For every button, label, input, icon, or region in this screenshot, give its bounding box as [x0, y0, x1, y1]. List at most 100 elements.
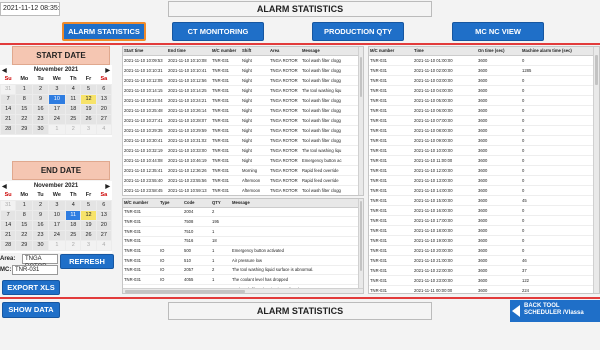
- table-row[interactable]: TNR-031 2004 2: [123, 207, 359, 218]
- scrollbar-thumb[interactable]: [360, 57, 362, 97]
- calendar-day[interactable]: 15: [15, 219, 34, 231]
- table-row[interactable]: TNR-031 2021-11-10 03:00:00 3600 0: [369, 75, 593, 86]
- calendar-day[interactable]: 17: [47, 103, 67, 115]
- table-row[interactable]: 2021-11-10 10:14:15 2021-11-10 10:14:25 TN…: [123, 85, 359, 96]
- calendar-day[interactable]: 2: [65, 123, 82, 135]
- start-date-calendar[interactable]: ◀ November 2021 ▶ Su Mo Tu We Th Fr Sa 31 1 2 3 4 5…: [0, 65, 113, 137]
- calendar-day[interactable]: 21: [0, 229, 17, 241]
- calendar-day[interactable]: 24: [47, 113, 67, 125]
- calendar-day[interactable]: 10: [47, 93, 67, 105]
- table-row[interactable]: TNR-031 IO 510 1 Air pressure low: [123, 255, 359, 266]
- table-row[interactable]: 2021-11-10 10:27:41 2021-11-10 10:28:07 TN…: [123, 115, 359, 126]
- calendar-day[interactable]: 23: [32, 229, 49, 241]
- calendar-day[interactable]: 6: [95, 83, 113, 95]
- table-row[interactable]: TNR-031 2021-11-10 06:00:00 3600 0: [369, 105, 593, 116]
- calendar-day[interactable]: 11: [65, 93, 82, 105]
- calendar-day[interactable]: 2: [32, 199, 49, 211]
- table-row[interactable]: TNR-031 IO 4055 1 The coolant level has drop…: [123, 274, 359, 285]
- calendar-day[interactable]: 4: [65, 83, 82, 95]
- calendar-prev-icon[interactable]: ◀: [2, 67, 7, 74]
- calendar-day[interactable]: 2: [32, 83, 49, 95]
- table-row[interactable]: 2021-11-10 10:12:05 2021-11-10 10:12:56 TN…: [123, 75, 359, 86]
- calendar-day[interactable]: 16: [32, 103, 49, 115]
- table-row[interactable]: TNR-031 IO 2057 2 The tool washing liquid su…: [123, 265, 359, 276]
- calendar-day[interactable]: 27: [95, 113, 113, 125]
- table-row[interactable]: TNR-031 2021-11-10 23:00:00 3600 122: [369, 275, 593, 286]
- calendar-day[interactable]: 3: [47, 83, 67, 95]
- calendar-day[interactable]: 6: [95, 199, 113, 211]
- calendar-day[interactable]: 23: [32, 113, 49, 125]
- calendar-day[interactable]: 5: [80, 199, 97, 211]
- calendar-day[interactable]: 30: [32, 239, 49, 251]
- calendar-day[interactable]: 4: [95, 239, 113, 251]
- area-select[interactable]: TNGA ROTOR: [22, 254, 58, 270]
- calendar-day[interactable]: 1: [15, 83, 34, 95]
- table-row[interactable]: 2021-11-10 10:25:48 2021-11-10 10:26:14 TN…: [123, 105, 359, 116]
- table-row[interactable]: 2021-11-10 10:29:35 2021-11-10 10:29:59 TN…: [123, 125, 359, 136]
- calendar-day[interactable]: 30: [32, 123, 49, 135]
- export-xls-button[interactable]: EXPORT XLS: [2, 280, 60, 295]
- table-row[interactable]: TNR-031 2021-11-10 09:00:00 3600 0: [369, 135, 593, 146]
- table-row[interactable]: TNR-031 2021-11-10 04:00:00 3600 0: [369, 85, 593, 96]
- calendar-day[interactable]: 5: [80, 83, 97, 95]
- calendar-day[interactable]: 12: [80, 209, 97, 221]
- calendar-day[interactable]: 19: [80, 219, 97, 231]
- calendar-day[interactable]: 17: [47, 219, 67, 231]
- calendar-day[interactable]: 8: [15, 209, 34, 221]
- calendar-day[interactable]: 1: [47, 239, 67, 251]
- calendar-day[interactable]: 12: [80, 93, 97, 105]
- table-row[interactable]: TNR-031 2021-11-10 15:00:00 3600 45: [369, 195, 593, 206]
- calendar-day[interactable]: 28: [0, 239, 17, 251]
- table-row[interactable]: TNR-031 2021-11-10 14:00:00 3600 0: [369, 185, 593, 196]
- calendar-day[interactable]: 9: [32, 209, 49, 221]
- table-row[interactable]: TNR-031 2021-11-10 19:00:00 3600 0: [369, 235, 593, 246]
- calendar-day[interactable]: 25: [65, 113, 82, 125]
- calendar-next-icon[interactable]: ▶: [105, 67, 110, 74]
- nav-mc-nc-view-button[interactable]: MC NC VIEW: [452, 22, 544, 41]
- calendar-day[interactable]: 22: [15, 229, 34, 241]
- calendar-day[interactable]: 4: [95, 123, 113, 135]
- runtime-scrollbar[interactable]: [593, 47, 599, 293]
- calendar-day[interactable]: 1: [15, 199, 34, 211]
- calendar-day[interactable]: 21: [0, 113, 17, 125]
- calendar-day[interactable]: 31: [0, 199, 17, 211]
- table-row[interactable]: 2021-11-10 10:10:31 2021-11-10 10:10:41 TN…: [123, 65, 359, 76]
- alarm-summary-table[interactable]: M/C number Type Code QTY Message TNR-031 2004…: [122, 198, 364, 294]
- table-row[interactable]: 2021-11-10 12:35:41 2021-11-10 12:36:26 TN…: [123, 165, 359, 176]
- table-row[interactable]: TNR-031 2021-11-11 00:00:00 3600 224: [369, 285, 593, 293]
- nav-ct-monitoring-button[interactable]: CT MONITORING: [172, 22, 264, 41]
- table-row[interactable]: TNR-031 2021-11-10 13:00:00 3600 0: [369, 175, 593, 186]
- table-row[interactable]: TNR-031 2021-11-10 02:00:00 3600 1285: [369, 65, 593, 76]
- calendar-day[interactable]: 18: [65, 103, 82, 115]
- scrollbar-thumb[interactable]: [595, 55, 598, 85]
- alarm-summary-hscrollbar[interactable]: [123, 288, 363, 293]
- calendar-day[interactable]: 19: [80, 103, 97, 115]
- end-date-calendar[interactable]: ◀ November 2021 ▶ Su Mo Tu We Th Fr Sa 31 1 2 3 4 5…: [0, 181, 113, 253]
- calendar-day[interactable]: 16: [32, 219, 49, 231]
- calendar-day[interactable]: 14: [0, 219, 17, 231]
- table-row[interactable]: TNR-031 2021-11-10 05:00:00 3600 0: [369, 95, 593, 106]
- table-row[interactable]: TNR-031 2021-11-10 10:00:00 3600 0: [369, 145, 593, 156]
- calendar-day[interactable]: 27: [95, 229, 113, 241]
- calendar-day[interactable]: 31: [0, 83, 17, 95]
- calendar-day[interactable]: 20: [95, 219, 113, 231]
- calendar-day[interactable]: 9: [32, 93, 49, 105]
- calendar-day[interactable]: 15: [15, 103, 34, 115]
- table-row[interactable]: TNR-031 2021-11-10 17:00:00 3600 0: [369, 215, 593, 226]
- runtime-table[interactable]: M/C number Time On time (sec) Machine alarm…: [368, 46, 600, 294]
- calendar-day[interactable]: 18: [65, 219, 82, 231]
- calendar-day[interactable]: 13: [95, 209, 113, 221]
- calendar-day[interactable]: 3: [80, 239, 97, 251]
- calendar-day[interactable]: 8: [15, 93, 34, 105]
- mc-select[interactable]: TNR-031: [12, 265, 58, 275]
- calendar-day[interactable]: 4: [65, 199, 82, 211]
- calendar-day[interactable]: 3: [47, 199, 67, 211]
- table-row[interactable]: TNR-031 2021-11-10 18:00:00 3600 0: [369, 225, 593, 236]
- table-row[interactable]: TNR-031 2021-11-10 20:00:00 3600 0: [369, 245, 593, 256]
- calendar-day[interactable]: 10: [47, 209, 67, 221]
- scrollbar-thumb[interactable]: [125, 290, 245, 293]
- alarm-summary-scrollbar[interactable]: [358, 199, 363, 289]
- calendar-day[interactable]: 20: [95, 103, 113, 115]
- calendar-day[interactable]: 29: [15, 239, 34, 251]
- calendar-day[interactable]: 26: [80, 113, 97, 125]
